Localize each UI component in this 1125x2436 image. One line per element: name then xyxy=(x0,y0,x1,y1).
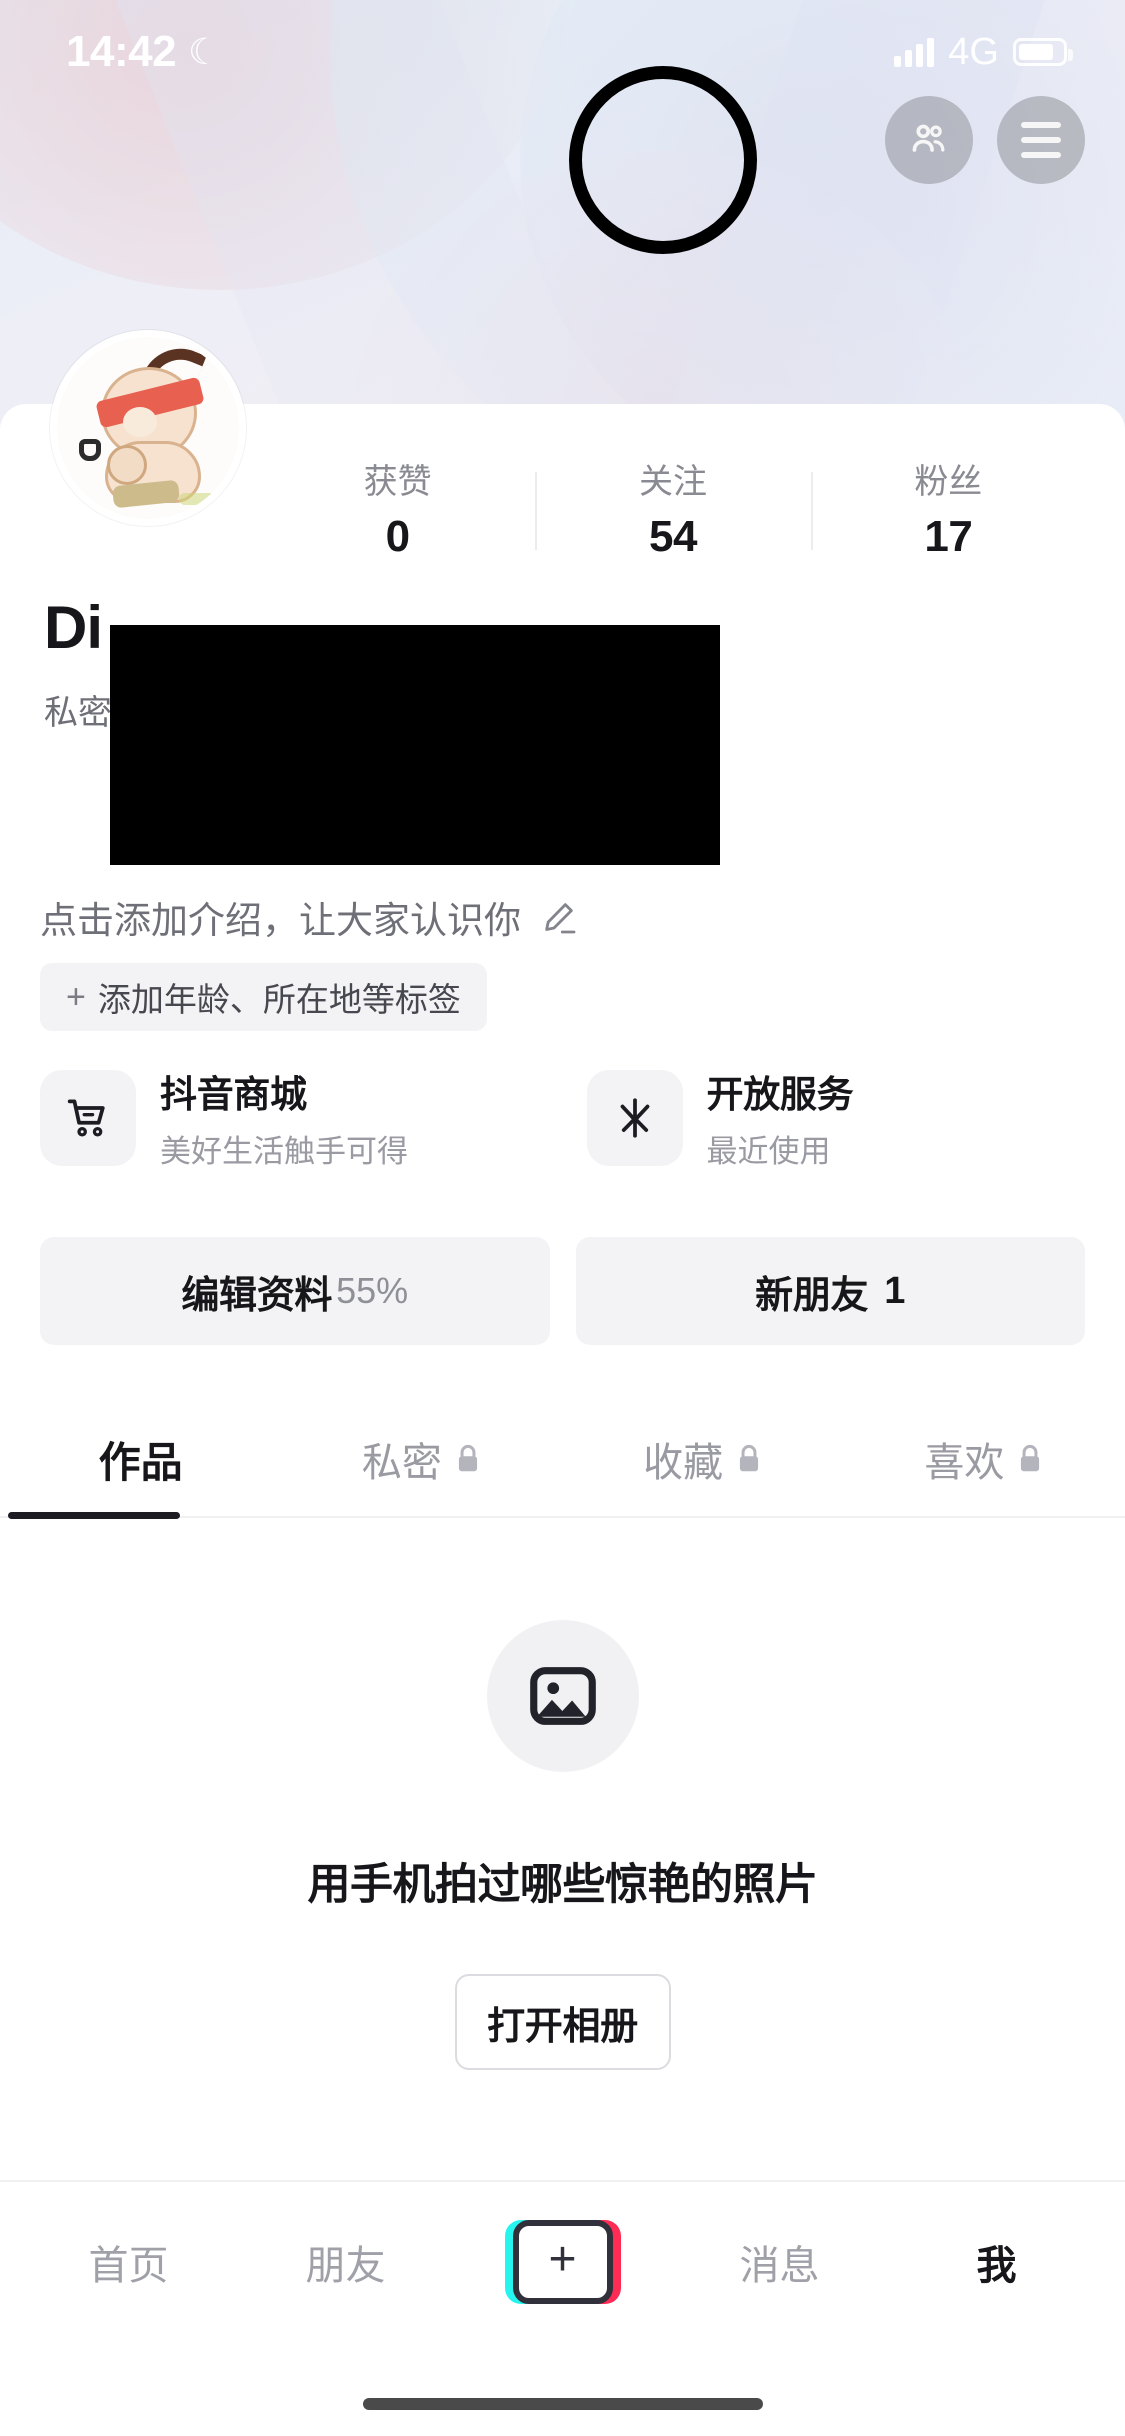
open-album-label: 打开相册 xyxy=(487,2005,638,2048)
stat-followers[interactable]: 粉丝 17 xyxy=(810,462,1086,563)
service-title: 抖音商城 xyxy=(160,1074,307,1115)
tab-label: 作品 xyxy=(98,1438,183,1486)
lock-icon xyxy=(1021,1444,1040,1472)
stat-likes[interactable]: 获赞 0 xyxy=(260,462,535,563)
profile-identity: Di 私密 xyxy=(44,595,112,734)
add-tags-button[interactable]: + 添加年龄、所在地等标签 xyxy=(40,963,487,1031)
service-subtitle: 美好生活触手可得 xyxy=(160,1134,408,1169)
service-card-mall[interactable]: 抖音商城 美好生活触手可得 xyxy=(40,1064,539,1171)
bio-edit-row[interactable]: 点击添加介绍，让大家认识你 xyxy=(40,890,579,944)
tab-label: 收藏 xyxy=(643,1441,724,1485)
shopping-cart-icon xyxy=(40,1069,136,1166)
status-bar-right: 4G xyxy=(894,30,1073,74)
crescent-moon-icon: ☾ xyxy=(188,31,221,72)
photo-image-icon xyxy=(486,1620,639,1772)
service-cards: 抖音商城 美好生活触手可得 开放服务 最近使用 xyxy=(40,1064,1085,1171)
stat-value: 17 xyxy=(924,512,973,562)
add-friends-button[interactable] xyxy=(885,96,973,184)
nav-label: 首页 xyxy=(88,2244,169,2288)
add-tags-label: 添加年龄、所在地等标签 xyxy=(97,981,461,1018)
service-text: 抖音商城 美好生活触手可得 xyxy=(160,1064,408,1171)
privacy-label: 私密 xyxy=(44,694,112,732)
pencil-icon xyxy=(545,903,576,934)
nav-label: 消息 xyxy=(739,2244,820,2288)
stat-value: 0 xyxy=(385,512,410,562)
tab-private[interactable]: 私密 xyxy=(281,1400,562,1518)
nav-item-create[interactable]: + xyxy=(454,2220,671,2304)
new-friends-label: 新朋友 xyxy=(755,1274,869,1317)
avatar[interactable] xyxy=(50,330,246,526)
profile-action-buttons: 编辑资料 55% 新朋友 1 xyxy=(40,1237,1085,1345)
nav-label: 我 xyxy=(976,2244,1017,2288)
nav-item-me[interactable]: 我 xyxy=(888,2233,1105,2291)
active-tab-indicator xyxy=(8,1512,180,1519)
open-album-button[interactable]: 打开相册 xyxy=(454,1974,671,2070)
redaction-overlay xyxy=(110,625,720,865)
service-text: 开放服务 最近使用 xyxy=(707,1064,854,1171)
signal-bars-icon xyxy=(894,37,935,67)
service-subtitle: 最近使用 xyxy=(706,1134,831,1169)
status-bar: 14:42 ☾ 4G xyxy=(0,0,1125,104)
plus-glyph: + xyxy=(548,2233,577,2286)
status-bar-time: 14:42 xyxy=(66,27,177,76)
bio-placeholder: 点击添加介绍，让大家认识你 xyxy=(40,900,521,941)
bottom-navigation-bar: 首页 朋友 + 消息 我 xyxy=(0,2180,1125,2436)
stat-label: 获赞 xyxy=(363,462,432,501)
user-avatar-cartoon xyxy=(57,337,239,519)
page-title: Di xyxy=(44,594,103,661)
tab-favorites[interactable]: 收藏 xyxy=(563,1400,844,1518)
nav-item-home[interactable]: 首页 xyxy=(20,2233,237,2291)
tab-label: 私密 xyxy=(361,1441,442,1485)
content-tabs: 作品 私密 收藏 喜欢 xyxy=(0,1400,1125,1518)
profile-completion-percent: 55% xyxy=(336,1270,409,1311)
people-icon xyxy=(912,124,945,152)
profile-stats: 获赞 0 关注 54 粉丝 17 xyxy=(260,452,1086,572)
douyin-profile-screen: 14:42 ☾ 4G 获赞 0 关注 54 粉丝 17 Di 私密 点击添加介绍… xyxy=(0,0,1125,2436)
privacy-row: 私密 xyxy=(44,685,112,734)
nav-label: 朋友 xyxy=(305,2244,386,2288)
empty-state-title: 用手机拍过哪些惊艳的照片 xyxy=(307,1861,819,1909)
lock-icon xyxy=(458,1444,477,1472)
new-friends-button[interactable]: 新朋友 1 xyxy=(575,1237,1085,1345)
new-friends-count: 1 xyxy=(884,1269,906,1312)
home-indicator xyxy=(362,2398,763,2410)
stat-label: 关注 xyxy=(638,462,707,501)
hamburger-menu-icon xyxy=(1021,122,1061,158)
plus-icon: + xyxy=(66,978,86,1016)
header-actions xyxy=(885,96,1085,184)
stat-value: 54 xyxy=(649,512,697,562)
plus-create-icon: + xyxy=(504,2220,621,2304)
nav-item-messages[interactable]: 消息 xyxy=(671,2233,888,2291)
edit-profile-label: 编辑资料 xyxy=(181,1274,333,1317)
douyin-asterisk-icon xyxy=(586,1069,683,1166)
service-card-open-services[interactable]: 开放服务 最近使用 xyxy=(586,1064,1086,1171)
stat-following[interactable]: 关注 54 xyxy=(535,462,810,563)
battery-icon xyxy=(1013,38,1073,66)
tab-works[interactable]: 作品 xyxy=(0,1400,281,1518)
edit-profile-button[interactable]: 编辑资料 55% xyxy=(40,1237,550,1345)
stat-label: 粉丝 xyxy=(914,462,983,501)
bottom-nav-items: 首页 朋友 + 消息 我 xyxy=(0,2182,1125,2342)
nav-item-friends[interactable]: 朋友 xyxy=(237,2233,454,2291)
hamburger-menu-button[interactable] xyxy=(997,96,1085,184)
empty-state: 用手机拍过哪些惊艳的照片 打开相册 xyxy=(0,1620,1125,2070)
service-title: 开放服务 xyxy=(706,1074,854,1115)
tab-likes[interactable]: 喜欢 xyxy=(844,1400,1125,1518)
status-bar-left: 14:42 ☾ xyxy=(66,27,220,77)
network-type-label: 4G xyxy=(948,30,999,73)
lock-icon xyxy=(740,1444,759,1472)
tab-label: 喜欢 xyxy=(924,1441,1005,1485)
